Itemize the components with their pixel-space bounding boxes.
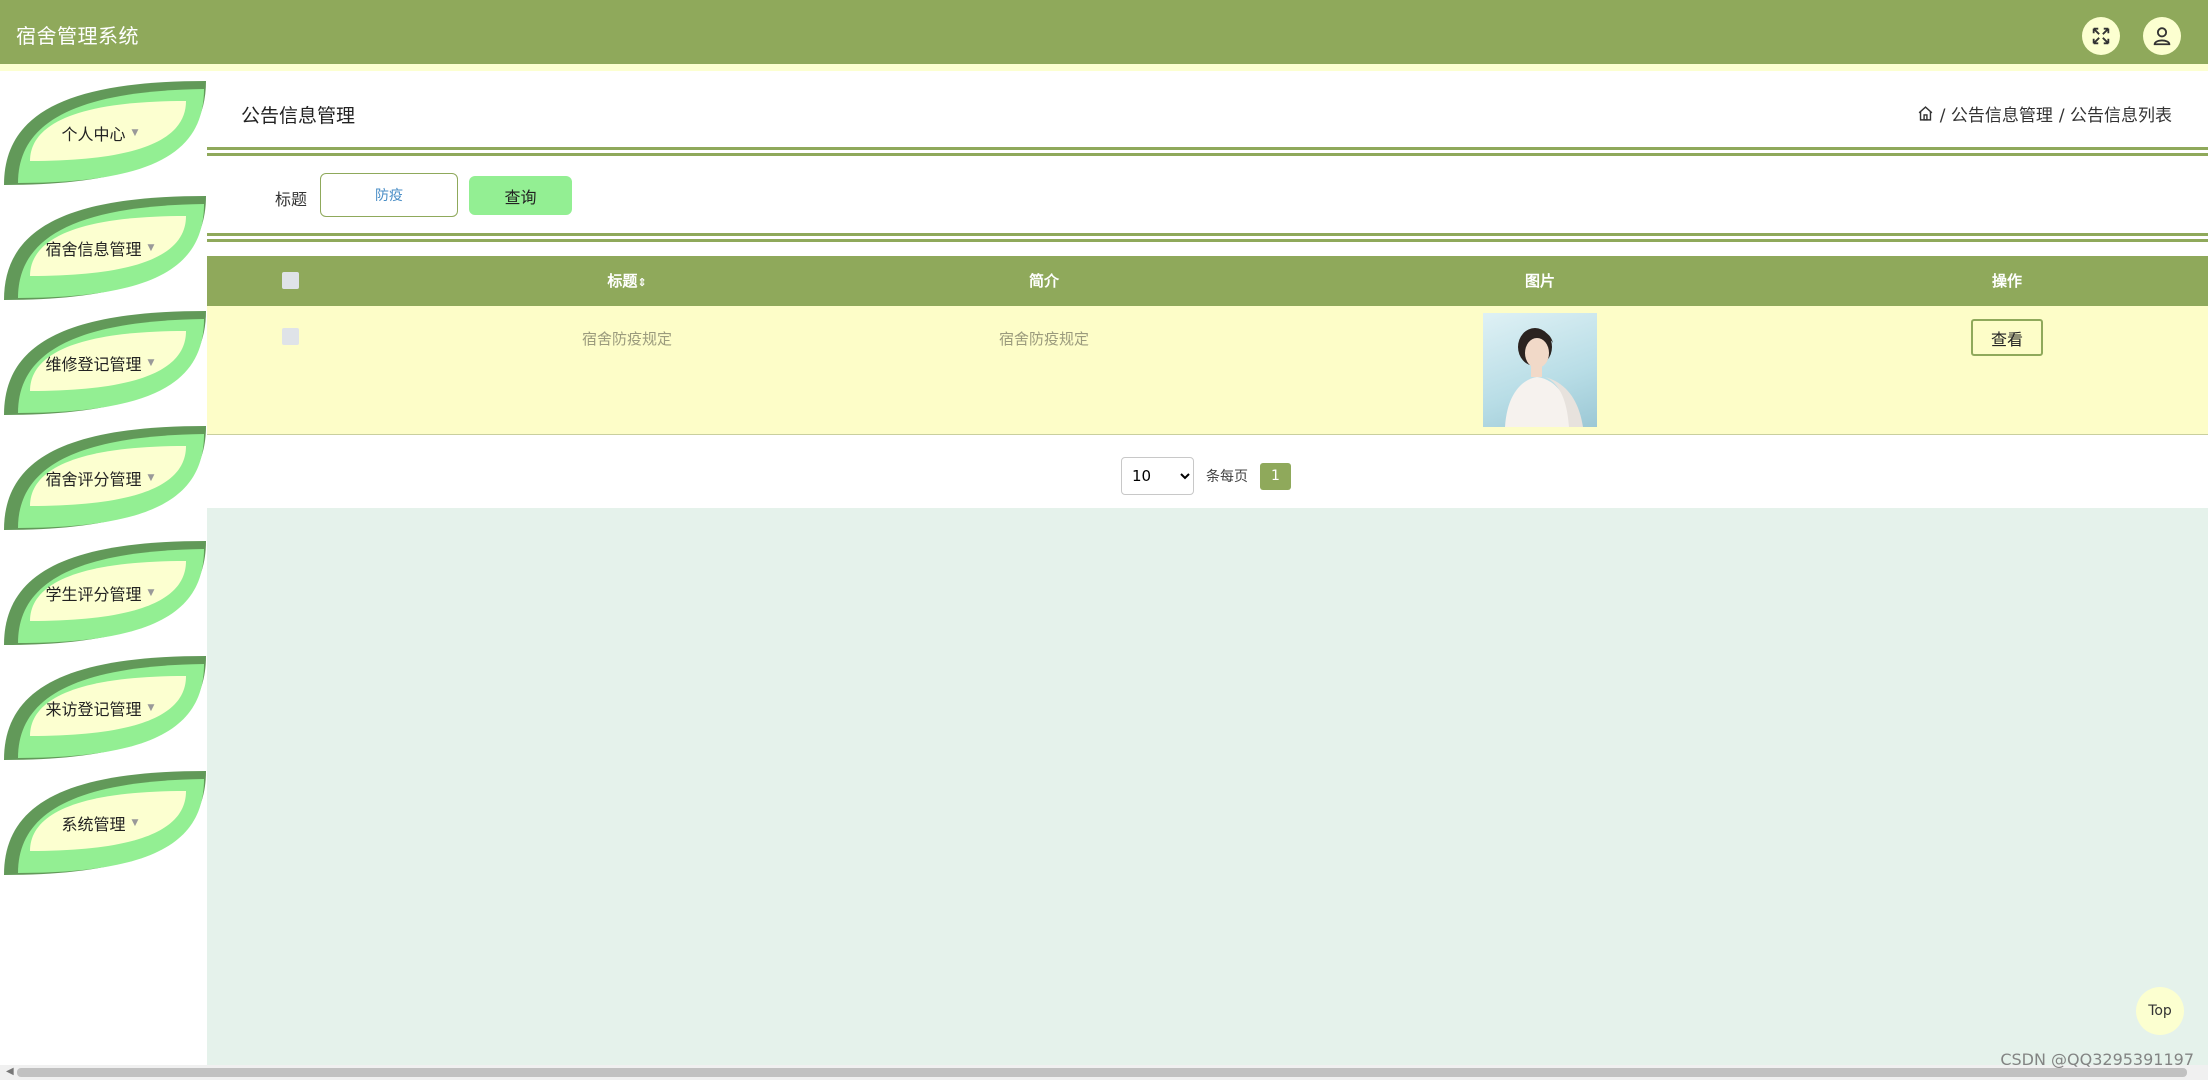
caret-down-icon: ▼ xyxy=(147,473,155,483)
breadcrumb: / 公告信息管理 / 公告信息列表 xyxy=(1917,101,2172,126)
column-header-intro: 简介 xyxy=(1028,272,1059,290)
sidebar-item-7[interactable]: 系统管理 ▼ xyxy=(0,767,207,879)
search-title-input[interactable] xyxy=(320,173,458,217)
breadcrumb-item-notice-list: / 公告信息列表 xyxy=(2058,106,2172,126)
search-title-label: 标题 xyxy=(275,190,308,209)
sidebar: 个人中心 ▼ 宿舍信息管理 ▼ 维修登记管理 ▼ 宿舍评分管理 ▼ 学生评分管理 ▼ 来访登记管理 ▼… xyxy=(0,71,207,1065)
scrollbar-thumb[interactable] xyxy=(17,1068,2187,1077)
sidebar-item-text: 个人中心 xyxy=(61,125,126,144)
notice-table: 标题⇕ 简介 图片 操作 宿舍防疫规定 宿舍防疫规定 查看 xyxy=(207,256,2208,435)
sidebar-item-label: 维修登记管理 ▼ xyxy=(30,307,170,419)
fullscreen-button[interactable] xyxy=(2082,17,2120,55)
table-row: 宿舍防疫规定 宿舍防疫规定 查看 xyxy=(207,306,2208,435)
cell-title: 宿舍防疫规定 xyxy=(581,330,672,348)
breadcrumb-item-notice-manage[interactable]: / 公告信息管理 xyxy=(1940,101,2053,126)
sidebar-item-text: 宿舍信息管理 xyxy=(45,240,142,259)
content-panel: 公告信息管理 / 公告信息管理 / 公告信息列表 标题 查询 标题⇕ xyxy=(207,71,2208,508)
top-header: 宿舍管理系统 xyxy=(0,0,2208,71)
divider xyxy=(207,233,2208,242)
sidebar-item-label: 学生评分管理 ▼ xyxy=(30,537,170,649)
per-page-label: 条每页 xyxy=(1206,469,1248,485)
page-title: 公告信息管理 xyxy=(241,105,356,127)
sidebar-item-4[interactable]: 宿舍评分管理 ▼ xyxy=(0,422,207,534)
sidebar-item-text: 宿舍评分管理 xyxy=(45,470,142,489)
cell-intro: 宿舍防疫规定 xyxy=(998,330,1089,348)
column-header-action: 操作 xyxy=(1991,272,2022,290)
caret-down-icon: ▼ xyxy=(147,243,155,253)
sidebar-item-1[interactable]: 个人中心 ▼ xyxy=(0,77,207,189)
cell-image-thumbnail[interactable] xyxy=(1483,313,1597,427)
back-to-top-button[interactable]: Top xyxy=(2136,987,2184,1035)
home-icon[interactable] xyxy=(1917,105,1934,122)
page-number-current[interactable]: 1 xyxy=(1260,462,1291,490)
column-header-title-label: 标题 xyxy=(607,272,638,290)
sidebar-item-text: 系统管理 xyxy=(61,815,126,834)
sidebar-item-label: 宿舍评分管理 ▼ xyxy=(30,422,170,534)
fullscreen-icon xyxy=(2092,27,2110,45)
sidebar-item-3[interactable]: 维修登记管理 ▼ xyxy=(0,307,207,419)
app-root: 宿舍管理系统 个人中心 ▼ 宿舍信息管理 ▼ 维修登记管理 ▼ 宿舍评分管理 ▼ 学生评分管理 ▼… xyxy=(0,0,2208,1080)
sidebar-item-2[interactable]: 宿舍信息管理 ▼ xyxy=(0,192,207,304)
pagination: 10 条每页 1 xyxy=(1121,457,1291,495)
app-title: 宿舍管理系统 xyxy=(16,24,139,48)
user-button[interactable] xyxy=(2143,17,2181,55)
search-button[interactable]: 查询 xyxy=(469,176,572,215)
column-header-title[interactable]: 标题⇕ xyxy=(567,256,687,306)
select-all-checkbox[interactable] xyxy=(282,272,299,289)
caret-down-icon: ▼ xyxy=(147,703,155,713)
sidebar-item-label: 来访登记管理 ▼ xyxy=(30,652,170,764)
divider xyxy=(207,147,2208,156)
view-button[interactable]: 查看 xyxy=(1971,319,2043,356)
sidebar-item-6[interactable]: 来访登记管理 ▼ xyxy=(0,652,207,764)
scroll-left-arrow-icon[interactable]: ◀ xyxy=(6,1066,14,1077)
sidebar-item-text: 维修登记管理 xyxy=(45,355,142,374)
caret-down-icon: ▼ xyxy=(131,128,139,138)
sidebar-item-text: 学生评分管理 xyxy=(45,585,142,604)
caret-down-icon: ▼ xyxy=(147,588,155,598)
sidebar-item-5[interactable]: 学生评分管理 ▼ xyxy=(0,537,207,649)
caret-down-icon: ▼ xyxy=(147,358,155,368)
portrait-image xyxy=(1505,328,1583,427)
watermark: CSDN @QQ3295391197 xyxy=(2000,1050,2194,1069)
row-checkbox[interactable] xyxy=(282,328,299,345)
sidebar-item-label: 宿舍信息管理 ▼ xyxy=(30,192,170,304)
sidebar-item-label: 系统管理 ▼ xyxy=(30,767,170,879)
column-header-image: 图片 xyxy=(1524,272,1555,290)
sort-icon[interactable]: ⇕ xyxy=(637,276,646,289)
table-header: 标题⇕ 简介 图片 操作 xyxy=(207,256,2208,306)
caret-down-icon: ▼ xyxy=(131,818,139,828)
main-content: 公告信息管理 / 公告信息管理 / 公告信息列表 标题 查询 标题⇕ xyxy=(207,71,2208,1065)
sidebar-item-text: 来访登记管理 xyxy=(45,700,142,719)
sidebar-item-label: 个人中心 ▼ xyxy=(30,77,170,189)
page-size-select[interactable]: 10 xyxy=(1121,457,1194,495)
user-icon xyxy=(2153,27,2171,46)
horizontal-scrollbar[interactable]: ◀ xyxy=(0,1065,2208,1080)
